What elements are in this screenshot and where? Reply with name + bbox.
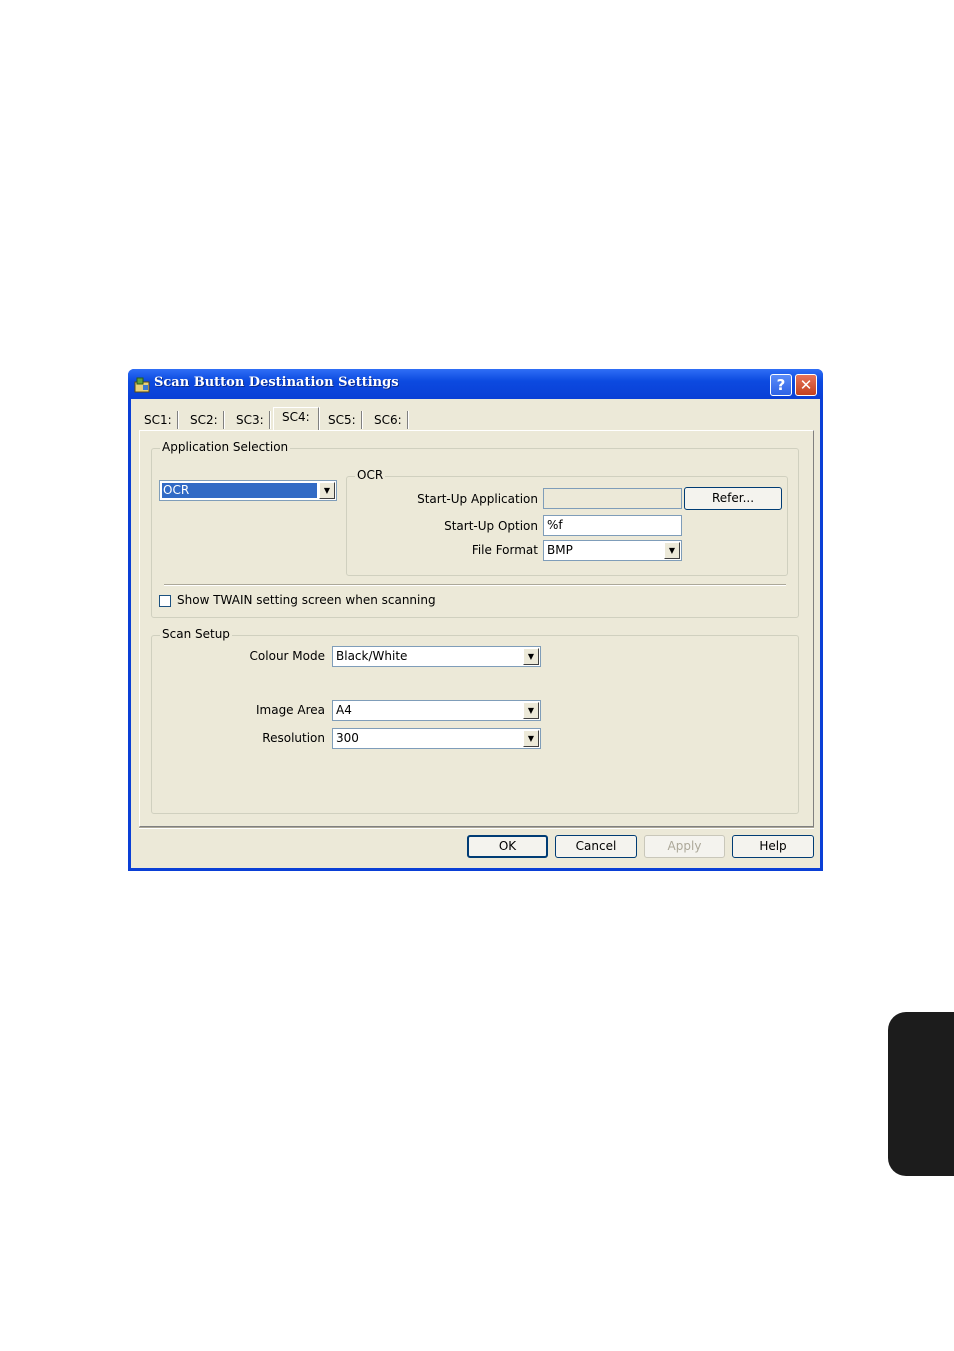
title-help-button[interactable]: ? (770, 374, 792, 396)
scan-setup-label: Scan Setup (160, 627, 232, 641)
show-twain-checkbox[interactable] (159, 595, 171, 607)
application-selection-group: Application Selection OCR ▼ OCR Start-Up… (151, 440, 799, 618)
apply-button[interactable]: Apply (644, 835, 725, 858)
ok-button[interactable]: OK (467, 835, 548, 858)
help-button[interactable]: Help (732, 835, 814, 858)
dialog-client: SC1: SC2: SC3: SC4: SC5: SC6: Applicatio… (131, 399, 820, 868)
scan-setup-group: Scan Setup Colour Mode Black/White ▼ Ima… (151, 627, 799, 814)
image-area-value: A4 (336, 703, 352, 717)
chevron-down-icon[interactable]: ▼ (523, 648, 539, 665)
tab-sc2[interactable]: SC2: (185, 411, 224, 429)
title-bar[interactable]: Scan Button Destination Settings ? ✕ (128, 369, 823, 399)
application-selection-label: Application Selection (160, 440, 291, 454)
file-format-label: File Format (471, 543, 538, 557)
refer-button[interactable]: Refer... (684, 487, 782, 510)
file-format-select[interactable]: BMP ▼ (543, 540, 682, 561)
image-area-label: Image Area (255, 703, 325, 717)
colour-mode-select[interactable]: Black/White ▼ (332, 646, 541, 667)
resolution-label: Resolution (262, 731, 325, 745)
cancel-button[interactable]: Cancel (555, 835, 637, 858)
scan-button-destination-dialog: Scan Button Destination Settings ? ✕ SC1… (128, 369, 823, 871)
colour-mode-label: Colour Mode (249, 649, 325, 663)
application-select-value: OCR (161, 482, 318, 499)
ocr-group-label: OCR (355, 468, 386, 482)
startup-option-field[interactable]: %f (543, 515, 682, 536)
window-title: Scan Button Destination Settings (154, 375, 399, 390)
chevron-down-icon[interactable]: ▼ (664, 542, 680, 559)
ocr-group: OCR Start-Up Application Refer... Start-… (346, 468, 788, 576)
tab-sc1[interactable]: SC1: (139, 411, 178, 429)
tab-sc6[interactable]: SC6: (369, 411, 408, 429)
tab-sc3[interactable]: SC3: (231, 411, 270, 429)
chevron-down-icon[interactable]: ▼ (523, 702, 539, 719)
tab-sc4[interactable]: SC4: (273, 407, 319, 430)
separator (164, 584, 786, 586)
title-close-button[interactable]: ✕ (795, 374, 817, 396)
colour-mode-value: Black/White (336, 649, 408, 663)
resolution-select[interactable]: 300 ▼ (332, 728, 541, 749)
startup-app-field[interactable] (543, 488, 682, 509)
chevron-down-icon[interactable]: ▼ (523, 730, 539, 747)
startup-app-label: Start-Up Application (417, 492, 538, 506)
tab-panel-sc4: Application Selection OCR ▼ OCR Start-Up… (139, 430, 814, 827)
startup-option-label: Start-Up Option (444, 519, 538, 533)
page-edge-tab (888, 1012, 954, 1176)
show-twain-label[interactable]: Show TWAIN setting screen when scanning (177, 593, 436, 607)
image-area-select[interactable]: A4 ▼ (332, 700, 541, 721)
application-select[interactable]: OCR ▼ (159, 480, 337, 501)
tab-sc5[interactable]: SC5: (323, 411, 362, 429)
file-format-value: BMP (547, 543, 573, 557)
footer-separator (139, 827, 814, 829)
chevron-down-icon[interactable]: ▼ (319, 482, 335, 499)
scanner-app-icon (134, 377, 150, 393)
resolution-value: 300 (336, 731, 359, 745)
